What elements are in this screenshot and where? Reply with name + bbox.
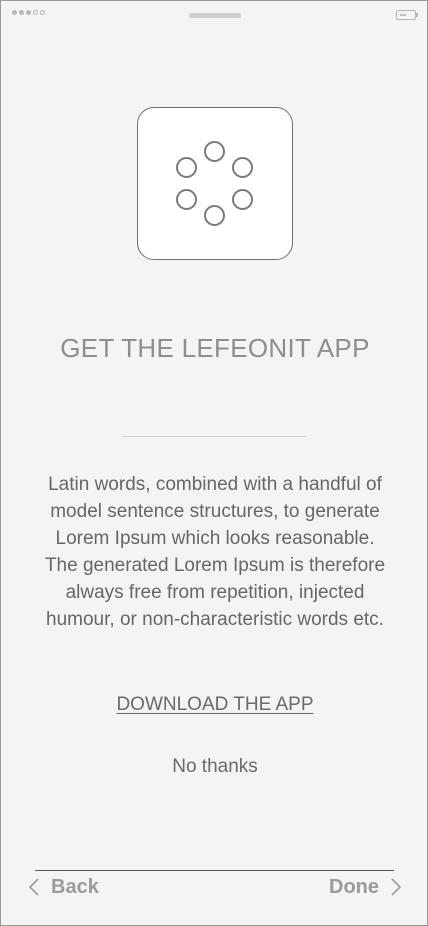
- signal-dots-icon: [12, 10, 45, 15]
- back-button[interactable]: Back: [29, 874, 99, 900]
- signal-dot: [19, 10, 24, 15]
- description-line: always free from repetition, injected: [65, 582, 365, 603]
- done-label: Done: [329, 875, 379, 898]
- loader-circle: [232, 189, 253, 210]
- done-button[interactable]: Done: [329, 874, 401, 900]
- footer-divider: [35, 870, 394, 871]
- back-label: Back: [51, 875, 99, 898]
- no-thanks-row: No thanks: [1, 756, 427, 778]
- description-line: model sentence structures, to generate: [50, 501, 380, 522]
- loader-circle: [176, 157, 197, 178]
- description-line: Latin words, combined with a handful of: [48, 474, 382, 495]
- chevron-left-icon: [29, 878, 39, 896]
- description-line: The generated Lorem Ipsum is therefore: [44, 555, 386, 576]
- download-app-link[interactable]: DOWNLOAD THE APP: [116, 694, 313, 715]
- chevron-right-icon: [391, 878, 401, 896]
- signal-dot: [40, 10, 45, 15]
- signal-dot: [12, 10, 17, 15]
- loader-circle: [232, 157, 253, 178]
- phone-screen: GET THE LEFEONIT APP Latin words, combin…: [0, 0, 428, 926]
- loader-circle: [204, 141, 225, 162]
- loader-circle: [176, 189, 197, 210]
- description-line: Lorem Ipsum which looks reasonable.: [55, 528, 375, 549]
- loader-circle: [204, 205, 225, 226]
- description: Latin words, combined with a handful of …: [31, 471, 399, 633]
- page-title: GET THE LEFEONIT APP: [60, 333, 370, 363]
- battery-icon: [396, 10, 418, 20]
- signal-dot: [33, 10, 38, 15]
- divider: [123, 436, 307, 437]
- description-line: humour, or non-characteristic words etc.: [46, 609, 384, 630]
- download-app-row: DOWNLOAD THE APP: [1, 694, 427, 716]
- signal-dot: [26, 10, 31, 15]
- no-thanks-link[interactable]: No thanks: [172, 756, 258, 777]
- speaker-notch: [189, 13, 241, 18]
- app-icon: [137, 107, 293, 260]
